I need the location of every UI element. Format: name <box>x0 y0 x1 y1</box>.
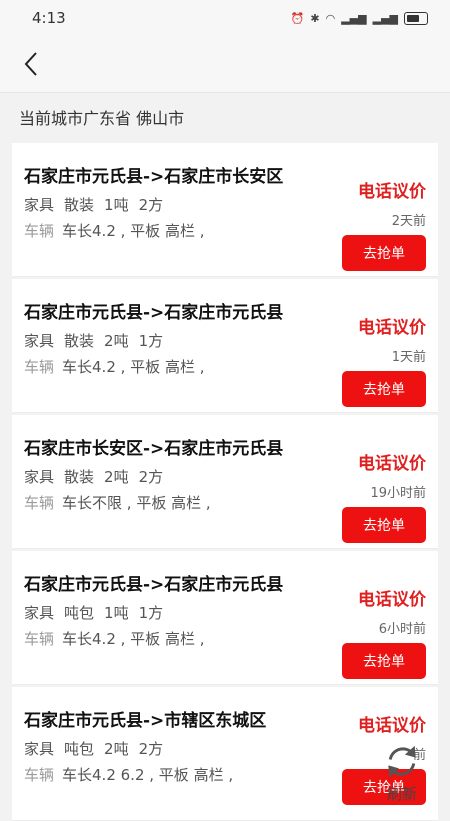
vehicle-info: 车长4.2 , 平板 高栏 , <box>62 358 205 376</box>
cargo-packing: 散装 <box>64 332 95 350</box>
refresh-icon <box>388 745 416 778</box>
signal-icon-2: ▂▄▆ <box>372 11 398 25</box>
order-route: 石家庄市元氏县->石家庄市元氏县 <box>24 303 284 323</box>
cargo-packing: 散装 <box>64 196 95 214</box>
cargo-category: 家具 <box>24 468 55 486</box>
wifi-icon: ◠ <box>325 11 336 25</box>
chevron-left-icon <box>24 52 37 76</box>
posted-time: 2天前 <box>391 214 426 229</box>
cargo-category: 家具 <box>24 604 55 622</box>
cargo-packing: 散装 <box>64 468 95 486</box>
status-time: 4:13 <box>32 9 66 27</box>
cargo-weight: 2吨 <box>104 332 129 350</box>
order-route: 石家庄市元氏县->石家庄市长安区 <box>24 167 284 187</box>
cargo-volume: 1方 <box>138 332 164 350</box>
posted-time: 1天前 <box>391 350 426 365</box>
order-actions: 电话议价 19小时前 去抢单 <box>316 437 426 543</box>
price-label: 电话议价 <box>358 454 426 474</box>
order-actions: 电话议价 6小时前 去抢单 <box>316 573 426 679</box>
cargo-volume: 2方 <box>138 468 164 486</box>
current-city-label: 当前城市广东省 佛山市 <box>19 109 185 128</box>
grab-order-button[interactable]: 去抢单 <box>342 643 426 679</box>
battery-icon <box>404 11 428 25</box>
cargo-weight: 1吨 <box>104 196 129 214</box>
price-label: 电话议价 <box>358 318 426 338</box>
order-card[interactable]: 石家庄市元氏县->石家庄市元氏县 家具 散装 2吨 1方 车辆 车长4.2 , 平板 高… <box>12 279 438 413</box>
grab-order-button[interactable]: 去抢单 <box>342 507 426 543</box>
signal-icon: ▂▄▆ <box>341 11 367 25</box>
cargo-volume: 2方 <box>138 196 164 214</box>
price-label: 电话议价 <box>358 182 426 202</box>
order-card[interactable]: 石家庄市长安区->石家庄市元氏县 家具 散装 2吨 2方 车辆 车长不限 , 平板 高栏… <box>12 415 438 549</box>
cargo-packing: 吨包 <box>64 740 95 758</box>
status-bar: 4:13 ⏰ ✱ ◠ ▂▄▆ ▂▄▆ <box>0 0 450 36</box>
alarm-icon: ⏰ <box>290 11 305 25</box>
cargo-weight: 2吨 <box>104 468 129 486</box>
nav-bar <box>0 36 450 92</box>
vehicle-label: 车辆 <box>24 358 55 376</box>
vehicle-label: 车辆 <box>24 766 55 784</box>
order-list: 石家庄市元氏县->石家庄市长安区 家具 散装 1吨 2方 车辆 车长4.2 , 平板 高… <box>0 141 450 821</box>
order-card[interactable]: 石家庄市元氏县->石家庄市元氏县 家具 吨包 1吨 1方 车辆 车长4.2 , 平板 高… <box>12 551 438 685</box>
price-label: 电话议价 <box>358 590 426 610</box>
vehicle-info: 车长不限 , 平板 高栏 , <box>62 494 211 512</box>
vehicle-info: 车长4.2 6.2 , 平板 高栏 , <box>62 766 234 784</box>
cargo-category: 家具 <box>24 740 55 758</box>
cargo-packing: 吨包 <box>64 604 95 622</box>
posted-time: 19小时前 <box>370 486 426 501</box>
posted-time: 6小时前 <box>378 622 426 637</box>
cargo-volume: 2方 <box>138 740 164 758</box>
order-route: 石家庄市长安区->石家庄市元氏县 <box>24 439 284 459</box>
back-button[interactable] <box>14 44 48 84</box>
refresh-label: 刷新 <box>386 785 417 803</box>
cargo-weight: 2吨 <box>104 740 129 758</box>
vehicle-label: 车辆 <box>24 494 55 512</box>
status-icons: ⏰ ✱ ◠ ▂▄▆ ▂▄▆ <box>290 11 428 25</box>
grab-order-button[interactable]: 去抢单 <box>342 235 426 271</box>
cargo-weight: 1吨 <box>104 604 129 622</box>
vehicle-info: 车长4.2 , 平板 高栏 , <box>62 630 205 648</box>
grab-order-button[interactable]: 去抢单 <box>342 371 426 407</box>
refresh-button[interactable]: 刷新 <box>376 740 428 804</box>
vehicle-label: 车辆 <box>24 630 55 648</box>
cargo-volume: 1方 <box>138 604 164 622</box>
order-route: 石家庄市元氏县->石家庄市元氏县 <box>24 575 284 595</box>
bluetooth-icon: ✱ <box>310 11 320 25</box>
order-route: 石家庄市元氏县->市辖区东城区 <box>24 711 267 731</box>
vehicle-info: 车长4.2 , 平板 高栏 , <box>62 222 205 240</box>
cargo-category: 家具 <box>24 332 55 350</box>
order-card[interactable]: 石家庄市元氏县->石家庄市长安区 家具 散装 1吨 2方 车辆 车长4.2 , 平板 高… <box>12 143 438 277</box>
order-actions: 电话议价 1天前 去抢单 <box>316 301 426 407</box>
current-city: 当前城市广东省 佛山市 <box>0 92 450 141</box>
order-card[interactable]: 石家庄市元氏县->市辖区东城区 家具 吨包 2吨 2方 车辆 车长4.2 6.2 , 平… <box>12 687 438 821</box>
order-actions: 电话议价 2天前 去抢单 <box>316 165 426 271</box>
cargo-category: 家具 <box>24 196 55 214</box>
price-label: 电话议价 <box>358 716 426 736</box>
vehicle-label: 车辆 <box>24 222 55 240</box>
